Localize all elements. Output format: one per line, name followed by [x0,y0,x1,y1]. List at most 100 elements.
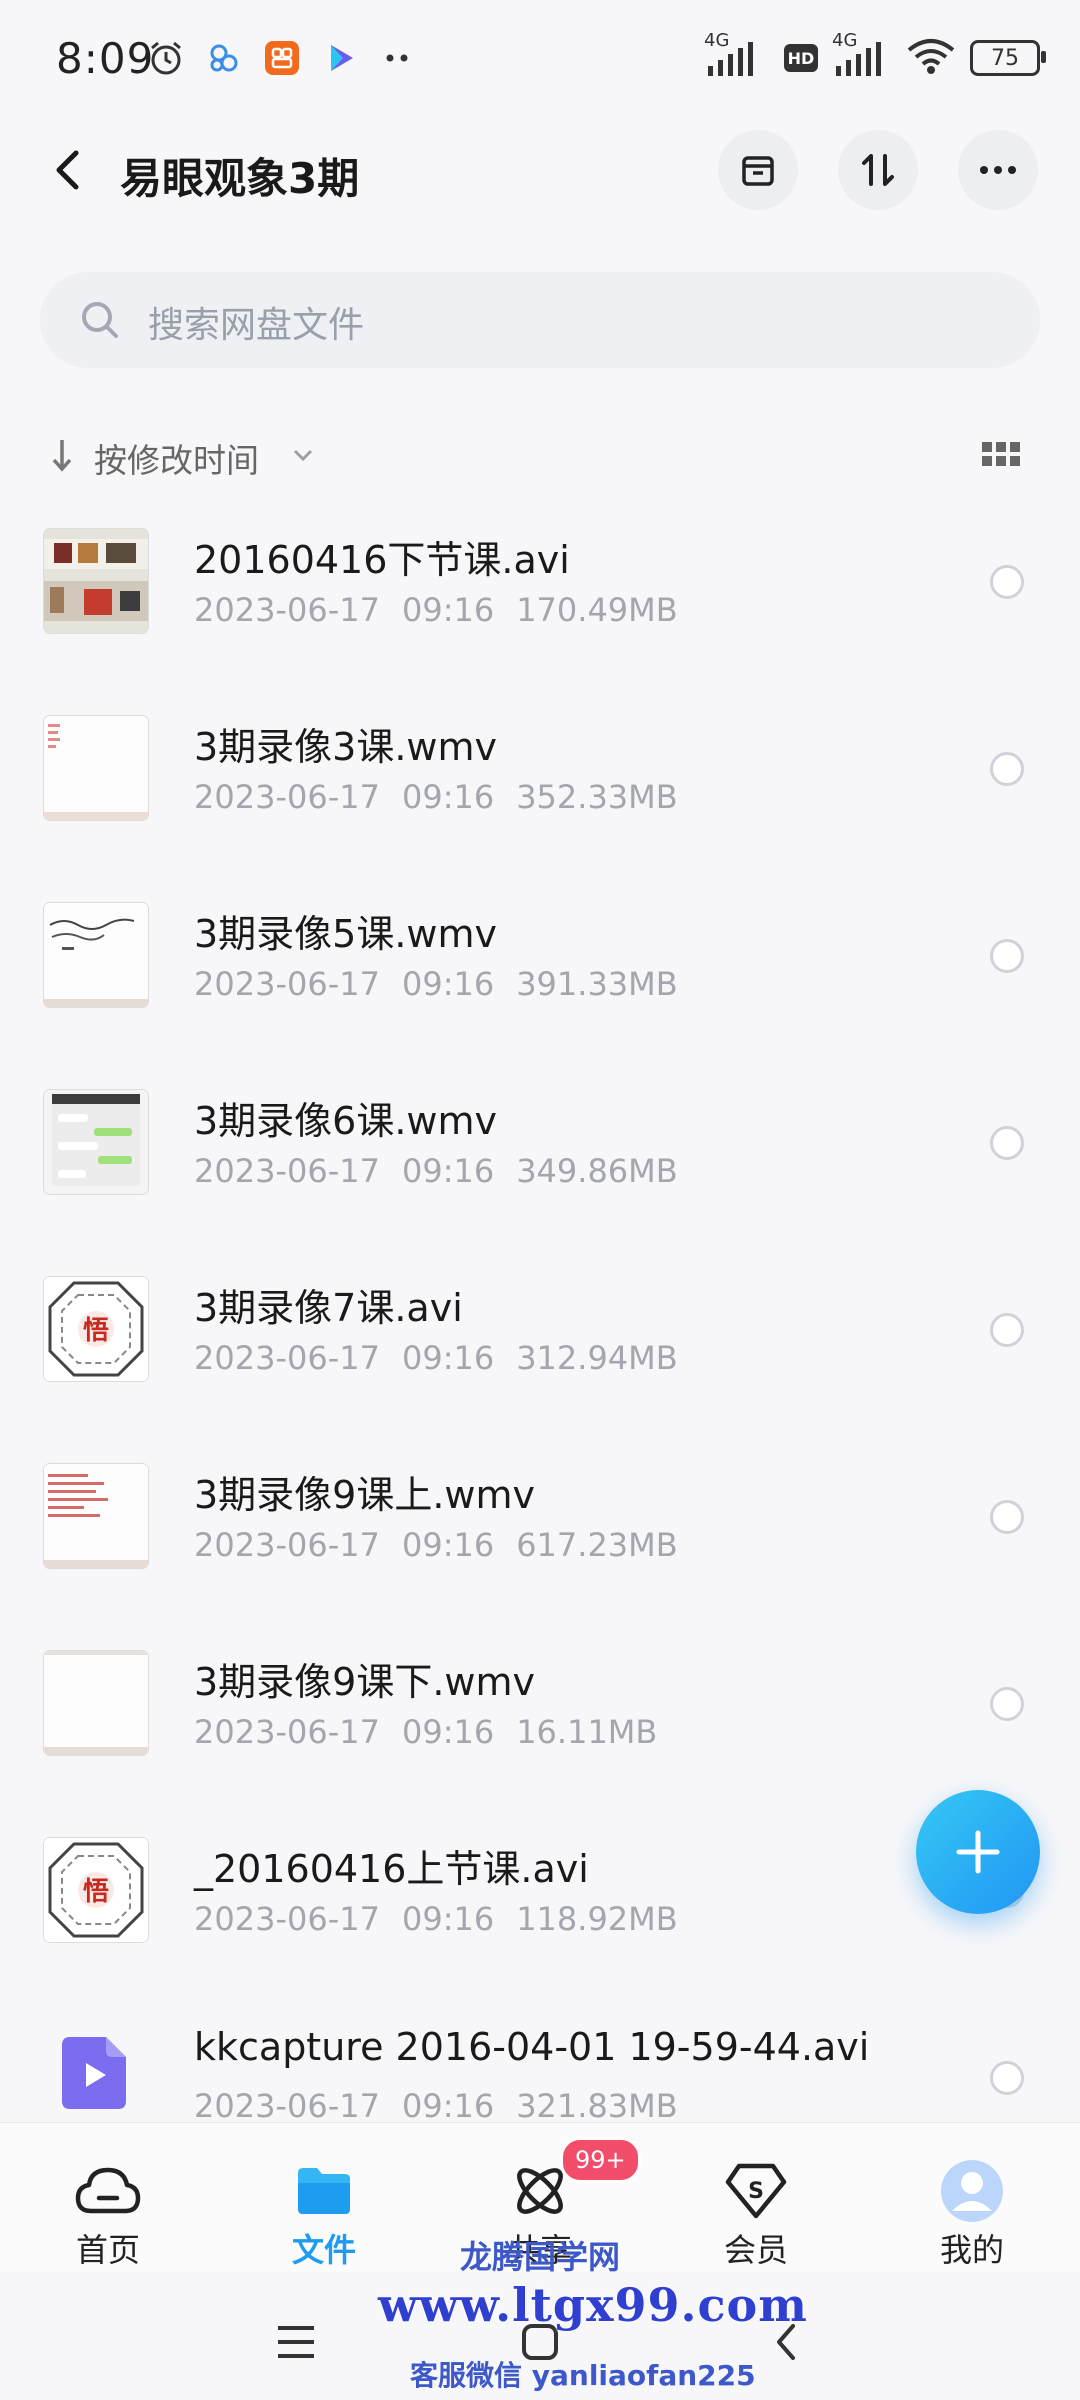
select-radio[interactable] [990,1500,1024,1534]
file-row[interactable]: 3期录像6课.wmv 2023-06-17 09:16 349.86MB [0,1074,1080,1261]
file-size: 321.83MB [516,2087,678,2125]
status-system-icons: 4G HD 4G 75 [704,30,1046,80]
video-thumbnail: 悟 [44,1838,148,1942]
file-meta: 2023-06-17 09:16 321.83MB [194,2087,700,2125]
file-meta: 2023-06-17 09:16 391.33MB [194,965,700,1003]
video-thumbnail [44,1651,148,1755]
chevron-left-icon [56,150,79,190]
search-placeholder: 搜索网盘文件 [148,305,365,346]
video-thumbnail [44,529,148,633]
file-name: 3期录像9课下.wmv [194,1660,536,1704]
file-date: 2023-06-17 [194,965,380,1003]
file-row[interactable]: 悟 3期录像7课.avi 2023-06-17 09:16 312.94MB [0,1261,1080,1448]
notification-badge: 99+ [560,2137,641,2183]
video-file-icon [62,2037,126,2109]
nav-label: 文件 [291,2231,356,2269]
video-app-icon [320,38,360,78]
recent-apps-button[interactable] [266,2312,326,2372]
alarm-icon [146,38,186,78]
sort-selector[interactable]: 按修改时间 [40,430,340,480]
file-time: 09:16 [401,965,495,1003]
file-date: 2023-06-17 [194,1152,380,1190]
back-button[interactable] [42,145,92,195]
svg-text:悟: 悟 [83,1877,109,1907]
transfer-button[interactable] [838,130,918,210]
file-time: 09:16 [401,1339,495,1377]
battery-level: 75 [991,45,1019,71]
app-notification-icon [262,38,302,78]
file-name: 3期录像7课.avi [194,1286,463,1330]
signal-icon: 4G [832,30,892,78]
video-thumbnail [44,903,148,1007]
file-row[interactable]: 20160416下节课.avi 2023-06-17 09:16 170.49MB [0,513,1080,700]
select-radio[interactable] [990,1687,1024,1721]
grid-view-button[interactable] [982,442,1020,472]
sort-bar: 按修改时间 [40,430,1040,480]
battery-icon: 75 [970,40,1046,76]
more-dots-icon [980,166,1016,174]
nav-label: 会员 [723,2231,788,2269]
select-radio[interactable] [990,752,1024,786]
file-row[interactable]: 3期录像5课.wmv 2023-06-17 09:16 391.33MB [0,887,1080,1074]
file-date: 2023-06-17 [194,1526,380,1564]
select-radio[interactable] [990,1126,1024,1160]
video-thumbnail [44,1464,148,1568]
status-notification-icons [146,38,418,78]
avatar-icon [938,2157,1006,2225]
nav-files[interactable]: 文件 [234,2123,414,2273]
sort-label: 按修改时间 [94,441,259,480]
video-thumbnail [44,716,148,820]
arrow-down-icon [52,440,72,472]
file-size: 391.33MB [516,965,678,1003]
archive-icon [742,156,774,186]
file-meta: 2023-06-17 09:16 118.92MB [194,1900,700,1938]
archive-button[interactable] [718,130,798,210]
header: 易眼观象3期 [0,125,1080,215]
file-row[interactable]: 3期录像3课.wmv 2023-06-17 09:16 352.33MB [0,700,1080,887]
select-radio[interactable] [990,1313,1024,1347]
file-name: kkcapture 2016-04-01 19-59-44.avi [194,2025,870,2069]
file-size: 312.94MB [516,1339,678,1377]
transfer-arrows-icon [862,154,894,186]
file-name: 3期录像5课.wmv [194,912,498,956]
hd-icon: HD [784,44,818,72]
watermark-site-name: 龙腾国学网 [460,2238,621,2276]
file-date: 2023-06-17 [194,1713,380,1751]
vip-icon: S [722,2157,790,2225]
file-size: 617.23MB [516,1526,678,1564]
status-bar: 8:09 4G HD 4G 75 [0,0,1080,125]
nav-profile[interactable]: 我的 [882,2123,1062,2273]
select-radio[interactable] [990,2061,1024,2095]
search-input[interactable]: 搜索网盘文件 [40,272,1040,368]
file-meta: 2023-06-17 09:16 352.33MB [194,778,700,816]
file-meta: 2023-06-17 09:16 312.94MB [194,1339,700,1377]
file-time: 09:16 [401,1900,495,1938]
wifi-icon [906,36,956,80]
more-button[interactable] [958,130,1038,210]
file-size: 16.11MB [516,1713,658,1751]
select-radio[interactable] [990,565,1024,599]
select-radio[interactable] [990,939,1024,973]
file-date: 2023-06-17 [194,1339,380,1377]
menu-icon [278,2326,314,2358]
file-name: 20160416下节课.avi [194,538,570,582]
file-date: 2023-06-17 [194,2087,380,2125]
folder-icon [290,2157,358,2225]
hd-label: HD [787,48,815,68]
file-date: 2023-06-17 [194,591,380,629]
network-type-label: 4G [704,30,730,51]
file-time: 09:16 [401,2087,495,2125]
video-thumbnail [44,1090,148,1194]
file-time: 09:16 [401,591,495,629]
add-button[interactable] [916,1790,1040,1914]
more-notifications-icon [378,38,418,78]
svg-text:悟: 悟 [83,1316,109,1346]
file-row[interactable]: 3期录像9课下.wmv 2023-06-17 09:16 16.11MB [0,1635,1080,1822]
nav-home[interactable]: 首页 [18,2123,198,2273]
nav-vip[interactable]: S 会员 [666,2123,846,2273]
file-meta: 2023-06-17 09:16 617.23MB [194,1526,700,1564]
page-title: 易眼观象3期 [120,154,360,203]
file-row[interactable]: 3期录像9课上.wmv 2023-06-17 09:16 617.23MB [0,1448,1080,1635]
file-time: 09:16 [401,778,495,816]
file-time: 09:16 [401,1713,495,1751]
